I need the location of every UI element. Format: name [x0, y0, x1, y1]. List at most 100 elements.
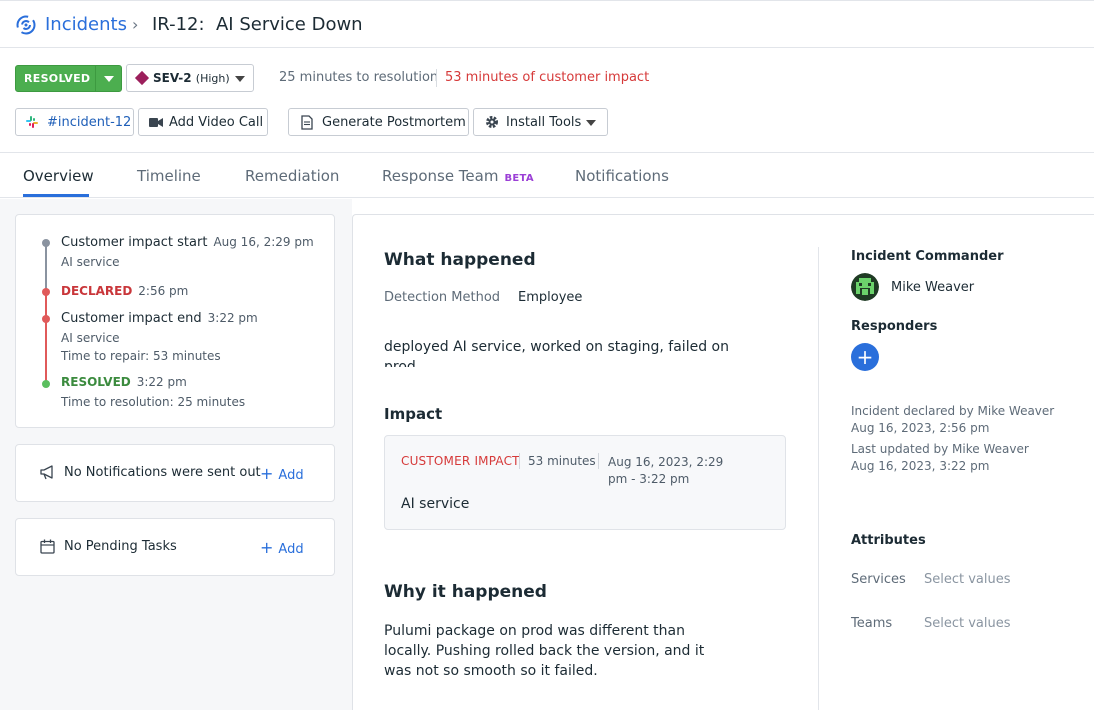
- timeline-event-time: 3:22 pm: [136, 375, 187, 389]
- timeline-line: [45, 291, 47, 383]
- status-label: RESOLVED: [24, 72, 91, 85]
- install-tools-dropdown[interactable]: Install Tools: [473, 108, 608, 136]
- plus-icon: +: [856, 345, 874, 369]
- generate-postmortem-button[interactable]: Generate Postmortem: [288, 108, 469, 136]
- resolution-time: 25 minutes to resolution: [279, 70, 439, 85]
- attribute-teams-select[interactable]: Select values: [924, 616, 1011, 631]
- declared-at: Aug 16, 2023, 2:56 pm: [851, 421, 990, 435]
- breadcrumb-incidents[interactable]: Incidents: [45, 14, 127, 35]
- attribute-services-label: Services: [851, 572, 906, 587]
- top-bar: Incidents › IR-12: AI Service Down: [0, 0, 1094, 48]
- add-label: Add: [278, 468, 304, 483]
- why-happened-heading: Why it happened: [384, 582, 547, 602]
- timeline-event-title: Customer impact start: [61, 235, 208, 250]
- timeline-event: Customer impact end 3:22 pm: [61, 311, 258, 326]
- severity-dropdown[interactable]: SEV-2 (High): [126, 64, 254, 92]
- add-responder-button[interactable]: +: [851, 343, 879, 371]
- add-notification-button[interactable]: + Add: [260, 464, 304, 483]
- timeline-event-time: 3:22 pm: [207, 311, 258, 325]
- timeline-event-time: Aug 16, 2:29 pm: [213, 235, 314, 249]
- beta-badge: BETA: [504, 173, 534, 184]
- tab-remediation[interactable]: Remediation: [245, 167, 339, 185]
- attribute-services-select[interactable]: Select values: [924, 572, 1011, 587]
- severity-label: SEV-2: [153, 71, 192, 85]
- severity-detail: (High): [195, 72, 230, 85]
- declared-by: Incident declared by Mike Weaver: [851, 404, 1055, 418]
- add-label: Add: [278, 542, 304, 557]
- timeline-event-sub: AI service: [61, 331, 120, 345]
- customer-impact-time: 53 minutes of customer impact: [445, 70, 650, 85]
- attribute-teams-label: Teams: [851, 616, 893, 631]
- timeline-line: [45, 243, 47, 291]
- tab-response-team[interactable]: Response Team BETA: [382, 167, 534, 185]
- megaphone-icon: [40, 465, 53, 480]
- timeline-event-title: DECLARED: [61, 284, 133, 298]
- divider: [519, 453, 520, 469]
- generate-postmortem-label: Generate Postmortem: [322, 115, 466, 130]
- add-task-button[interactable]: + Add: [260, 538, 304, 557]
- slack-channel-label: #incident-12: [47, 115, 132, 130]
- severity-diamond-icon: [134, 70, 150, 86]
- document-icon: [301, 115, 313, 130]
- incident-commander-name[interactable]: Mike Weaver: [891, 280, 974, 295]
- tab-timeline[interactable]: Timeline: [137, 167, 201, 185]
- detection-method-value: Employee: [518, 290, 583, 305]
- what-happened-heading: What happened: [384, 250, 536, 270]
- impact-service: AI service: [401, 496, 470, 512]
- timeline-summary-card: Customer impact start Aug 16, 2:29 pm AI …: [15, 214, 335, 428]
- detection-method-label: Detection Method: [384, 290, 501, 305]
- gear-icon: [486, 116, 498, 128]
- tab-notifications[interactable]: Notifications: [575, 167, 669, 185]
- chevron-down-icon: [235, 76, 245, 82]
- video-camera-icon: [149, 118, 163, 127]
- attributes-heading: Attributes: [851, 533, 926, 548]
- timeline-event-title: Customer impact end: [61, 311, 202, 326]
- tab-response-team-label: Response Team: [382, 167, 499, 185]
- divider: [598, 453, 599, 469]
- add-video-call-button[interactable]: Add Video Call: [138, 108, 268, 136]
- tasks-status: No Pending Tasks: [64, 539, 177, 554]
- timeline-dot: [42, 239, 50, 247]
- tab-bar: Overview Timeline Remediation Response T…: [0, 152, 1094, 198]
- calendar-icon: [40, 539, 55, 554]
- timeline-event-title: RESOLVED: [61, 375, 131, 389]
- timeline-dot: [42, 288, 50, 296]
- impact-card[interactable]: CUSTOMER IMPACT 53 minutes Aug 16, 2023,…: [384, 435, 786, 530]
- install-tools-label: Install Tools: [506, 115, 582, 130]
- plus-icon: +: [260, 538, 274, 557]
- plus-icon: +: [260, 464, 274, 483]
- impact-time-range: Aug 16, 2023, 2:29 pm - 3:22 pm: [608, 455, 724, 486]
- updated-by: Last updated by Mike Weaver: [851, 442, 1029, 456]
- impact-heading: Impact: [384, 405, 443, 423]
- slack-icon: [26, 116, 38, 128]
- timeline-event-sub: Time to repair: 53 minutes: [61, 349, 221, 363]
- notifications-card: No Notifications were sent out + Add: [15, 444, 335, 502]
- responders-heading: Responders: [851, 319, 938, 334]
- tasks-card: No Pending Tasks + Add: [15, 518, 335, 576]
- notifications-status: No Notifications were sent out: [64, 465, 261, 480]
- updated-at: Aug 16, 2023, 3:22 pm: [851, 459, 990, 473]
- incident-description[interactable]: deployed AI service, worked on staging, …: [384, 337, 734, 367]
- timeline-event-time: 2:56 pm: [138, 284, 189, 298]
- impact-duration: 53 minutes: [528, 454, 596, 468]
- chevron-down-icon[interactable]: [95, 66, 121, 91]
- incidents-icon[interactable]: [15, 14, 37, 36]
- timeline-event-sub: Time to resolution: 25 minutes: [61, 395, 246, 409]
- chevron-right-icon: ›: [132, 15, 139, 34]
- timeline-dot: [42, 315, 50, 323]
- timeline-event: DECLARED 2:56 pm: [61, 284, 188, 299]
- sidebar-divider: [818, 247, 819, 710]
- incident-commander-heading: Incident Commander: [851, 249, 1004, 264]
- tab-overview[interactable]: Overview: [23, 167, 94, 185]
- avatar-icon[interactable]: [851, 273, 879, 301]
- timeline-event-sub: AI service: [61, 255, 120, 269]
- root-cause-text[interactable]: Pulumi package on prod was different tha…: [384, 621, 719, 681]
- add-video-call-label: Add Video Call: [169, 115, 264, 130]
- status-dropdown[interactable]: RESOLVED: [15, 65, 122, 92]
- slack-channel-button[interactable]: #incident-12: [15, 108, 134, 136]
- timeline-event: RESOLVED 3:22 pm: [61, 375, 187, 390]
- active-tab-indicator: [23, 194, 89, 197]
- page-title: IR-12: AI Service Down: [152, 14, 363, 35]
- timeline-event: Customer impact start Aug 16, 2:29 pm: [61, 235, 314, 250]
- impact-type: CUSTOMER IMPACT: [401, 454, 520, 468]
